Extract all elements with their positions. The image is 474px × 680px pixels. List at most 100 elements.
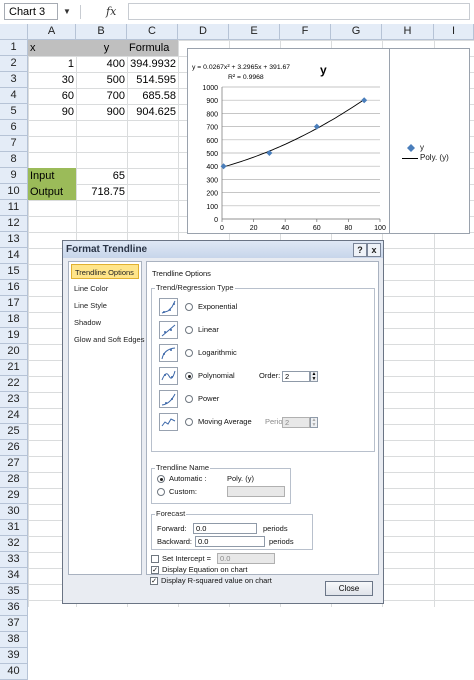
column-header-f[interactable]: F	[280, 24, 331, 40]
display-r2-checkbox[interactable]: ✓	[150, 577, 158, 585]
nav-item-trendline-options[interactable]: Trendline Options	[71, 264, 139, 279]
polynomial-radio[interactable]	[185, 372, 193, 380]
column-header-e[interactable]: E	[229, 24, 280, 40]
row-header-33[interactable]: 33	[0, 552, 28, 568]
row-header-2[interactable]: 2	[0, 56, 28, 72]
period-input[interactable]: 2	[282, 417, 310, 428]
row-header-11[interactable]: 11	[0, 200, 28, 216]
row-header-18[interactable]: 18	[0, 312, 28, 328]
cell-b3[interactable]: 500	[76, 72, 127, 88]
logarithmic-radio[interactable]	[185, 349, 193, 357]
cell-a5[interactable]: 90	[28, 104, 76, 120]
linear-radio[interactable]	[185, 326, 193, 334]
nav-item-shadow[interactable]: Shadow	[71, 315, 139, 330]
chevron-down-icon[interactable]: ▼	[60, 3, 74, 20]
backward-input[interactable]: 0.0	[195, 536, 265, 547]
help-button[interactable]: ?	[353, 243, 367, 257]
name-box[interactable]: Chart 3	[4, 3, 58, 20]
cell-b10[interactable]: 718.75	[76, 184, 127, 200]
forward-input[interactable]: 0.0	[193, 523, 257, 534]
row-header-27[interactable]: 27	[0, 456, 28, 472]
period-spinner[interactable]: ▲ ▼	[310, 417, 318, 428]
row-header-1[interactable]: 1	[0, 40, 28, 56]
row-header-12[interactable]: 12	[0, 216, 28, 232]
intercept-input[interactable]: 0.0	[217, 553, 275, 564]
row-header-3[interactable]: 3	[0, 72, 28, 88]
cell-c4[interactable]: 685.58	[127, 88, 178, 104]
row-header-19[interactable]: 19	[0, 328, 28, 344]
close-button[interactable]: Close	[325, 581, 373, 596]
row-header-28[interactable]: 28	[0, 472, 28, 488]
nav-item-line-color[interactable]: Line Color	[71, 281, 139, 296]
row-header-14[interactable]: 14	[0, 248, 28, 264]
formula-input[interactable]	[128, 3, 470, 20]
row-header-40[interactable]: 40	[0, 664, 28, 680]
cell-a10[interactable]: Output	[28, 184, 76, 200]
cell-c3[interactable]: 514.595	[127, 72, 178, 88]
column-header-d[interactable]: D	[178, 24, 229, 40]
scatter-chart[interactable]: 0 100 200 300 400 500 600 700 800 900 1000 0 20 40 60 8…	[187, 48, 390, 234]
row-header-20[interactable]: 20	[0, 344, 28, 360]
column-header-i[interactable]: I	[434, 24, 474, 40]
display-equation-checkbox[interactable]: ✓	[151, 566, 159, 574]
row-header-29[interactable]: 29	[0, 488, 28, 504]
row-header-16[interactable]: 16	[0, 280, 28, 296]
row-header-9[interactable]: 9	[0, 168, 28, 184]
row-header-39[interactable]: 39	[0, 648, 28, 664]
column-header-a[interactable]: A	[28, 24, 76, 40]
cell-a3[interactable]: 30	[28, 72, 76, 88]
cell-b5[interactable]: 900	[76, 104, 127, 120]
nav-item-line-style[interactable]: Line Style	[71, 298, 139, 313]
order-spinner[interactable]: ▲ ▼	[310, 371, 318, 382]
power-radio[interactable]	[185, 395, 193, 403]
cell-c5[interactable]: 904.625	[127, 104, 178, 120]
cell-a4[interactable]: 60	[28, 88, 76, 104]
row-header-22[interactable]: 22	[0, 376, 28, 392]
row-header-31[interactable]: 31	[0, 520, 28, 536]
insert-function-icon[interactable]: fx	[106, 4, 122, 20]
row-header-8[interactable]: 8	[0, 152, 28, 168]
row-header-4[interactable]: 4	[0, 88, 28, 104]
cell-a9[interactable]: Input	[28, 168, 76, 184]
moving-average-radio[interactable]	[185, 418, 193, 426]
column-header-b[interactable]: B	[76, 24, 127, 40]
nav-item-glow-soft-edges[interactable]: Glow and Soft Edges	[71, 332, 144, 347]
cell-b9[interactable]: 65	[76, 168, 127, 184]
cell-b1[interactable]: y	[76, 40, 127, 56]
column-header-h[interactable]: H	[382, 24, 434, 40]
row-header-10[interactable]: 10	[0, 184, 28, 200]
row-header-34[interactable]: 34	[0, 568, 28, 584]
row-header-17[interactable]: 17	[0, 296, 28, 312]
column-header-g[interactable]: G	[331, 24, 382, 40]
cell-a1[interactable]: x	[28, 40, 76, 56]
row-header-7[interactable]: 7	[0, 136, 28, 152]
cell-b4[interactable]: 700	[76, 88, 127, 104]
exponential-radio[interactable]	[185, 303, 193, 311]
row-header-35[interactable]: 35	[0, 584, 28, 600]
column-header-c[interactable]: C	[127, 24, 178, 40]
close-icon[interactable]: x	[367, 243, 381, 257]
cell-c2[interactable]: 394.9932	[127, 56, 178, 72]
row-header-13[interactable]: 13	[0, 232, 28, 248]
row-header-37[interactable]: 37	[0, 616, 28, 632]
row-header-15[interactable]: 15	[0, 264, 28, 280]
row-header-38[interactable]: 38	[0, 632, 28, 648]
order-input[interactable]: 2	[282, 371, 310, 382]
custom-name-input[interactable]	[227, 486, 285, 497]
select-all-corner[interactable]	[0, 24, 28, 40]
row-header-36[interactable]: 36	[0, 600, 28, 616]
row-header-30[interactable]: 30	[0, 504, 28, 520]
cell-a2[interactable]: 1	[28, 56, 76, 72]
set-intercept-checkbox[interactable]	[151, 555, 159, 563]
row-header-23[interactable]: 23	[0, 392, 28, 408]
row-header-32[interactable]: 32	[0, 536, 28, 552]
row-header-24[interactable]: 24	[0, 408, 28, 424]
row-header-5[interactable]: 5	[0, 104, 28, 120]
row-header-25[interactable]: 25	[0, 424, 28, 440]
automatic-radio[interactable]	[157, 475, 165, 483]
row-header-21[interactable]: 21	[0, 360, 28, 376]
cell-b2[interactable]: 400	[76, 56, 127, 72]
row-header-6[interactable]: 6	[0, 120, 28, 136]
row-header-26[interactable]: 26	[0, 440, 28, 456]
custom-radio[interactable]	[157, 488, 165, 496]
